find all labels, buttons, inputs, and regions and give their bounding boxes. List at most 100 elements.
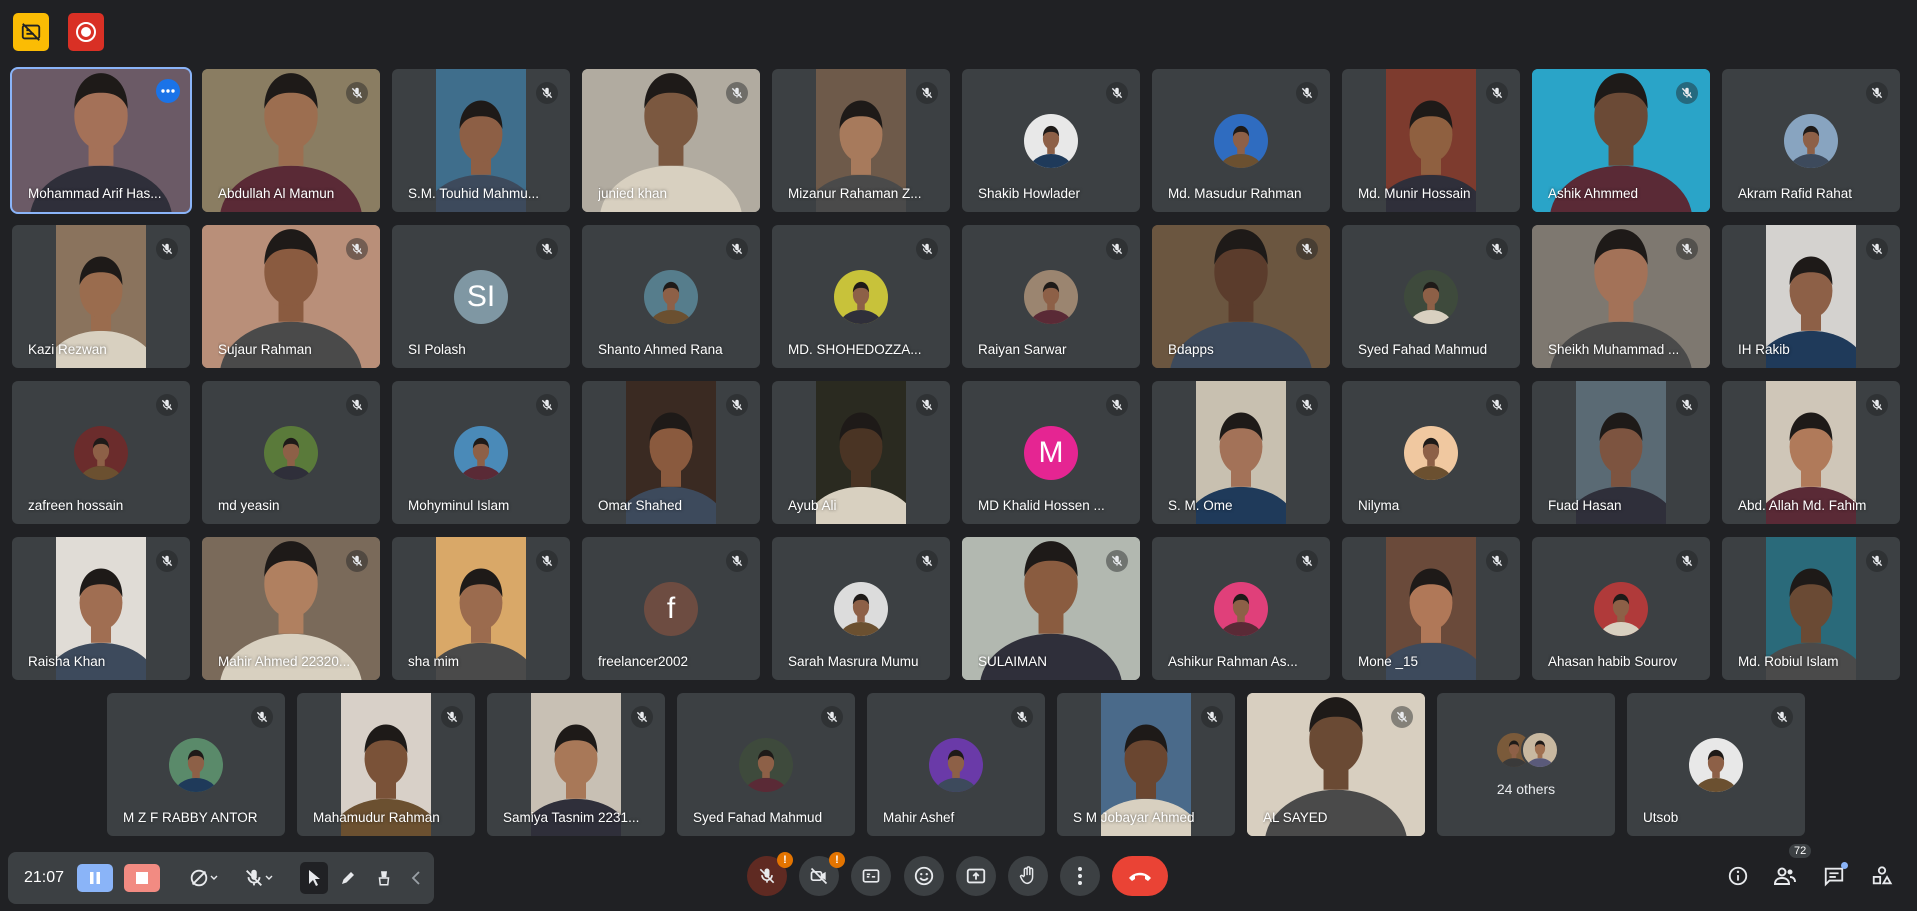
others-avatars xyxy=(1495,731,1559,769)
participant-tile[interactable]: Syed Fahad Mahmud xyxy=(1342,225,1520,368)
mic-muted-icon xyxy=(446,711,458,723)
reactions-button[interactable] xyxy=(904,856,944,896)
muted-indicator xyxy=(1676,394,1698,416)
profile-avatar xyxy=(929,738,983,792)
participant-tile[interactable]: Mizanur Rahaman Z... xyxy=(772,69,950,212)
participant-name: Abd. Allah Md. Fahim xyxy=(1738,498,1867,513)
participant-name: Raiyan Sarwar xyxy=(978,342,1067,357)
participant-tile[interactable]: Mahamudur Rahman xyxy=(297,693,475,836)
participant-tile[interactable]: Shanto Ahmed Rana xyxy=(582,225,760,368)
more-options-button[interactable] xyxy=(1060,856,1100,896)
mic-muted-icon xyxy=(541,243,553,255)
participant-tile[interactable]: Sheikh Muhammad ... xyxy=(1532,225,1710,368)
meeting-details-button[interactable] xyxy=(1722,860,1754,892)
participant-name: AL SAYED xyxy=(1263,810,1328,825)
participant-tile[interactable]: AL SAYED xyxy=(1247,693,1425,836)
participant-tile[interactable]: f freelancer2002 xyxy=(582,537,760,680)
profile-avatar xyxy=(834,270,888,324)
mic-off-icon xyxy=(759,868,775,884)
participant-tile[interactable]: Fuad Hasan xyxy=(1532,381,1710,524)
mic-muted-icon xyxy=(731,243,743,255)
participant-tile[interactable]: Raisha Khan xyxy=(12,537,190,680)
participant-tile[interactable]: S.M. Touhid Mahmu... xyxy=(392,69,570,212)
participant-tile[interactable]: Sarah Masrura Mumu xyxy=(772,537,950,680)
collapse-toolbar-button[interactable] xyxy=(404,864,428,892)
leave-call-button[interactable] xyxy=(1112,856,1168,896)
mic-muted-icon xyxy=(1491,555,1503,567)
participant-tile[interactable]: S. M. Ome xyxy=(1152,381,1330,524)
participant-tile[interactable]: Md. Masudur Rahman xyxy=(1152,69,1330,212)
participant-tile[interactable]: IH Rakib xyxy=(1722,225,1900,368)
participant-tile[interactable]: Sujaur Rahman xyxy=(202,225,380,368)
participant-tile[interactable]: Syed Fahad Mahmud xyxy=(677,693,855,836)
profile-avatar xyxy=(1404,426,1458,480)
tile-options-button[interactable] xyxy=(156,79,180,103)
participant-tile[interactable]: Ashik Ahmmed xyxy=(1532,69,1710,212)
mic-muted-icon xyxy=(1301,555,1313,567)
participant-tile[interactable]: M Z F RABBY ANTOR xyxy=(107,693,285,836)
present-button[interactable] xyxy=(956,856,996,896)
participant-tile[interactable]: Kazi Rezwan xyxy=(12,225,190,368)
participant-tile[interactable]: Mahir Ahmed 22320... xyxy=(202,537,380,680)
participant-tile[interactable]: Ayub Ali xyxy=(772,381,950,524)
participant-silhouette xyxy=(174,749,218,792)
participant-tile[interactable]: Raiyan Sarwar xyxy=(962,225,1140,368)
muted-indicator xyxy=(1106,238,1128,260)
participant-name: Fuad Hasan xyxy=(1548,498,1622,513)
camera-button[interactable]: ! xyxy=(799,852,845,896)
muted-indicator xyxy=(1011,706,1033,728)
participant-tile[interactable]: SULAIMAN xyxy=(962,537,1140,680)
participant-silhouette xyxy=(1526,740,1554,767)
stop-icon xyxy=(136,872,148,884)
muted-indicator xyxy=(536,82,558,104)
participant-tile[interactable]: S M Jobayar Ahmed xyxy=(1057,693,1235,836)
pause-button[interactable] xyxy=(77,864,113,892)
participant-tile[interactable]: Utsob xyxy=(1627,693,1805,836)
participant-tile[interactable]: zafreen hossain xyxy=(12,381,190,524)
mic-muted-icon xyxy=(1681,399,1693,411)
participant-tile[interactable]: Abdullah Al Mamun xyxy=(202,69,380,212)
captions-button[interactable] xyxy=(851,856,891,896)
muted-indicator xyxy=(726,550,748,572)
mic-muted-icon xyxy=(161,399,173,411)
mic-toggle[interactable] xyxy=(235,864,281,892)
participant-tile[interactable]: Abd. Allah Md. Fahim xyxy=(1722,381,1900,524)
people-button[interactable] xyxy=(1769,860,1801,892)
camera-toggle[interactable] xyxy=(180,864,226,892)
participant-tile[interactable]: SI SI Polash xyxy=(392,225,570,368)
participant-tile[interactable]: Ashikur Rahman As... xyxy=(1152,537,1330,680)
stop-button[interactable] xyxy=(124,864,160,892)
activities-button[interactable] xyxy=(1866,860,1898,892)
pointer-tool[interactable] xyxy=(300,862,328,894)
participant-tile[interactable]: md yeasin xyxy=(202,381,380,524)
eraser-tool[interactable] xyxy=(370,864,398,892)
camera-warning-badge: ! xyxy=(829,852,845,868)
participant-tile[interactable]: Nilyma xyxy=(1342,381,1520,524)
participant-tile[interactable]: Omar Shahed xyxy=(582,381,760,524)
participant-tile[interactable]: Mahir Ashef xyxy=(867,693,1045,836)
participant-tile[interactable]: MD. SHOHEDOZZA... xyxy=(772,225,950,368)
participant-tile[interactable]: Md. Robiul Islam xyxy=(1722,537,1900,680)
participant-tile[interactable]: 24 others xyxy=(1437,693,1615,836)
annotation-toolbar: 21:07 xyxy=(8,852,434,904)
participant-tile[interactable]: M MD Khalid Hossen ... xyxy=(962,381,1140,524)
participant-tile[interactable]: Mohyminul Islam xyxy=(392,381,570,524)
participant-tile[interactable]: sha mim xyxy=(392,537,570,680)
profile-avatar xyxy=(74,426,128,480)
participant-grid: Mohammad Arif Has... Abdullah Al Mamun S.M… xyxy=(0,0,1917,850)
raise-hand-button[interactable] xyxy=(1008,856,1048,896)
participant-tile[interactable]: Bdapps xyxy=(1152,225,1330,368)
participant-tile[interactable]: junied khan xyxy=(582,69,760,212)
pen-tool[interactable] xyxy=(334,864,362,892)
participant-silhouette xyxy=(839,593,883,636)
mic-button[interactable]: ! xyxy=(747,852,793,896)
mic-muted-icon xyxy=(1111,555,1123,567)
participant-tile[interactable]: Mone _15 xyxy=(1342,537,1520,680)
participant-tile[interactable]: Shakib Howlader xyxy=(962,69,1140,212)
chat-button[interactable] xyxy=(1818,860,1850,892)
participant-tile[interactable]: Md. Munir Hossain xyxy=(1342,69,1520,212)
participant-tile[interactable]: Samiya Tasnim 2231... xyxy=(487,693,665,836)
participant-tile[interactable]: Akram Rafid Rahat xyxy=(1722,69,1900,212)
participant-tile[interactable]: Mohammad Arif Has... xyxy=(10,67,192,214)
participant-tile[interactable]: Ahasan habib Sourov xyxy=(1532,537,1710,680)
